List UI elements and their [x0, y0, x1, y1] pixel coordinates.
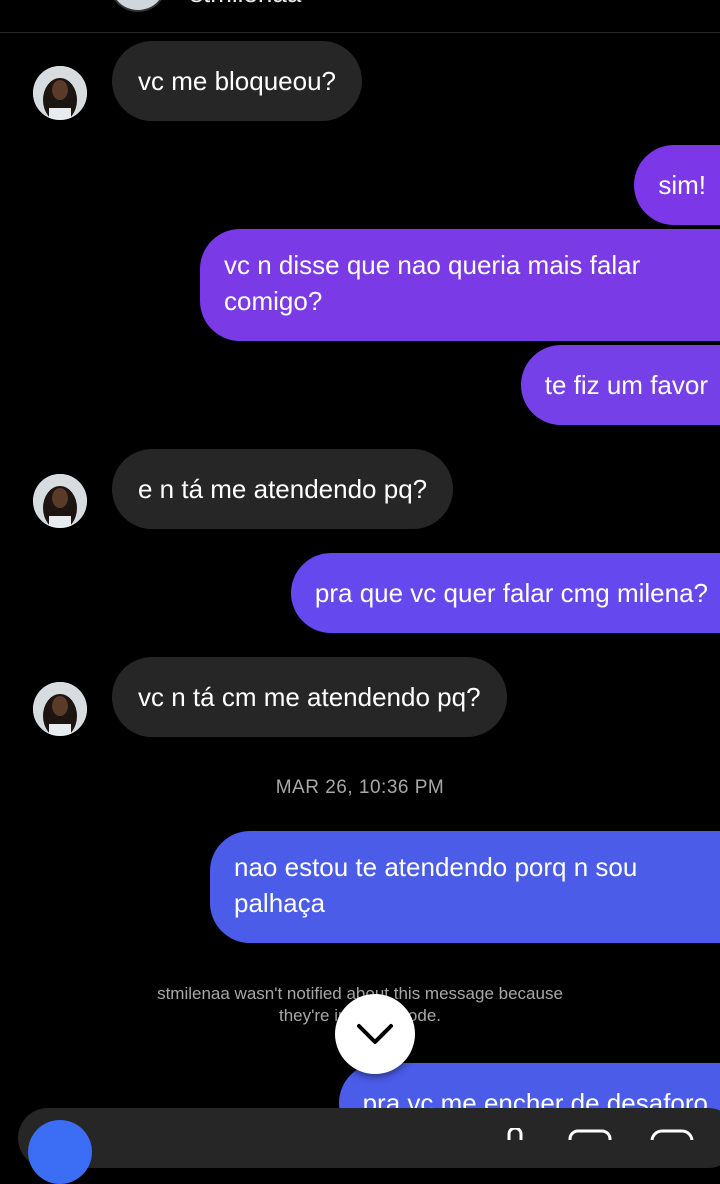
- message-bubble-outgoing[interactable]: sim!: [634, 145, 720, 225]
- header-username[interactable]: stmilenaa: [190, 0, 301, 9]
- mic-icon[interactable]: [500, 1128, 530, 1140]
- sticker-icon[interactable]: [650, 1128, 694, 1140]
- camera-icon[interactable]: [28, 1120, 92, 1184]
- avatar[interactable]: [33, 682, 87, 736]
- message-bubble-outgoing[interactable]: vc n disse que nao queria mais falar com…: [200, 229, 720, 341]
- avatar[interactable]: [33, 474, 87, 528]
- message-bubble-outgoing[interactable]: nao estou te atendendo porq n sou palhaç…: [210, 831, 720, 943]
- avatar[interactable]: [33, 66, 87, 120]
- chevron-down-icon: [357, 1024, 393, 1044]
- message-bubble-incoming[interactable]: vc n tá cm me atendendo pq?: [112, 657, 507, 737]
- message-bubble-incoming[interactable]: e n tá me atendendo pq?: [112, 449, 454, 529]
- chat-header: stmilenaa: [0, 0, 720, 33]
- gallery-icon[interactable]: [568, 1128, 612, 1140]
- timestamp: MAR 26, 10:36 PM: [275, 777, 445, 798]
- message-bubble-outgoing[interactable]: te fiz um favor: [520, 345, 720, 425]
- message-composer[interactable]: [18, 1108, 720, 1168]
- message-bubble-incoming[interactable]: vc me bloqueou?: [112, 41, 363, 121]
- scroll-down-button[interactable]: [335, 994, 415, 1074]
- message-bubble-outgoing[interactable]: pra que vc quer falar cmg milena?: [290, 553, 720, 633]
- header-avatar[interactable]: [110, 0, 166, 12]
